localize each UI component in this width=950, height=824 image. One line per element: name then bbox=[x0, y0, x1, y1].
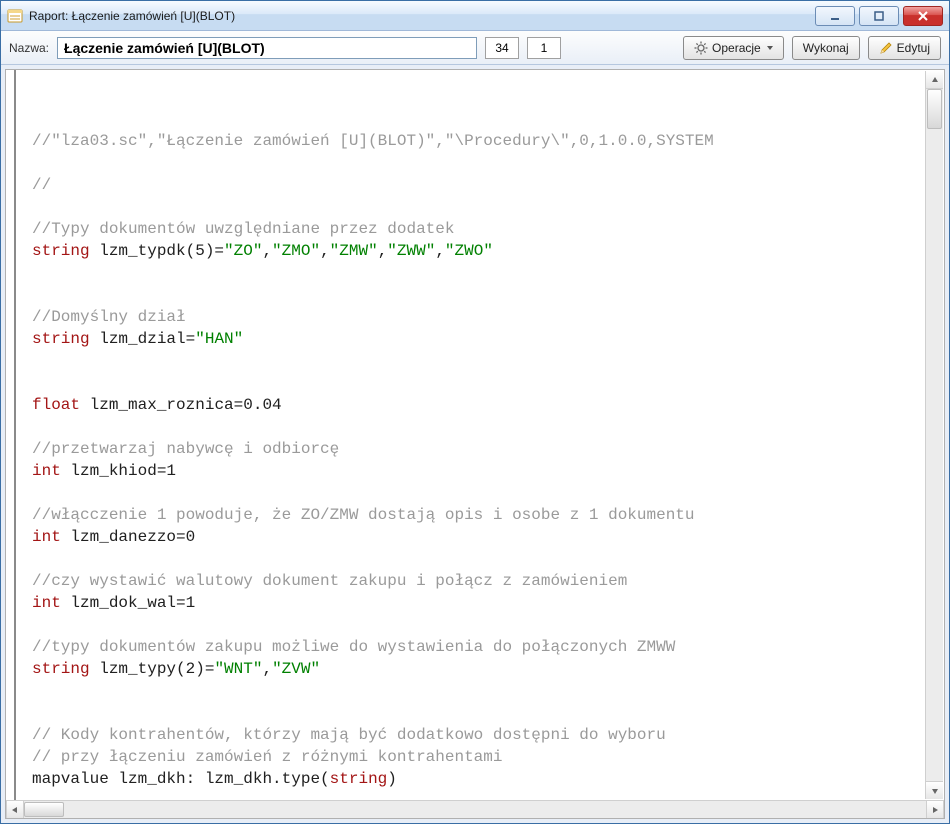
code-identifier: lzm_typdk(5)= bbox=[90, 242, 224, 260]
code-comment: // Kody kontrahentów, którzy mają być do… bbox=[32, 726, 666, 744]
scroll-down-arrow-icon[interactable] bbox=[926, 781, 943, 799]
code-string: "ZMO" bbox=[272, 242, 320, 260]
code-comment: //Domyślny dział bbox=[32, 308, 186, 326]
toolbar: Nazwa: 34 1 Operacje Wykonaj bbox=[1, 31, 949, 65]
code-comment: //czy wystawić walutowy dokument zakupu … bbox=[32, 572, 627, 590]
minimize-button[interactable] bbox=[815, 6, 855, 26]
code-keyword: string bbox=[32, 660, 90, 678]
code-identifier: mapvalue lzm_dkh: lzm_dkh.type( bbox=[32, 770, 330, 788]
code-identifier: lzm_typy(2)= bbox=[90, 660, 215, 678]
code-string: "HAN" bbox=[195, 330, 243, 348]
maximize-button[interactable] bbox=[859, 6, 899, 26]
wykonaj-button-label: Wykonaj bbox=[803, 41, 849, 55]
operacje-button-label: Operacje bbox=[712, 41, 761, 55]
code-editor[interactable]: //"lza03.sc","Łączenie zamówień [U](BLOT… bbox=[6, 70, 944, 800]
window-frame: Raport: Łączenie zamówień [U](BLOT) Nazw… bbox=[0, 0, 950, 824]
edytuj-button-label: Edytuj bbox=[897, 41, 930, 55]
code-keyword: int bbox=[32, 594, 61, 612]
hscroll-track[interactable] bbox=[24, 801, 926, 818]
code-keyword: string bbox=[32, 242, 90, 260]
chevron-down-icon bbox=[767, 46, 773, 50]
edytuj-button[interactable]: Edytuj bbox=[868, 36, 941, 60]
code-comment: // przy łączeniu zamówień z różnymi kont… bbox=[32, 748, 502, 766]
window-title: Raport: Łączenie zamówień [U](BLOT) bbox=[29, 9, 815, 23]
code-string: "WNT" bbox=[214, 660, 262, 678]
name-label: Nazwa: bbox=[9, 41, 49, 55]
app-icon bbox=[7, 8, 23, 24]
code-content: //"lza03.sc","Łączenie zamówień [U](BLOT… bbox=[10, 130, 938, 800]
vertical-scrollbar[interactable] bbox=[925, 71, 943, 799]
line-number-box: 34 bbox=[485, 37, 519, 59]
code-comment: //Typy dokumentów uwzględniane przez dod… bbox=[32, 220, 454, 238]
code-keyword: float bbox=[32, 396, 80, 414]
code-comment: //włącczenie 1 powoduje, że ZO/ZMW dosta… bbox=[32, 506, 695, 524]
horizontal-scrollbar[interactable] bbox=[6, 800, 944, 818]
hscroll-thumb[interactable] bbox=[24, 802, 64, 817]
code-string: "ZMW" bbox=[330, 242, 378, 260]
code-string: "ZWW" bbox=[387, 242, 435, 260]
code-string: "ZWO" bbox=[445, 242, 493, 260]
code-keyword: int bbox=[32, 462, 61, 480]
code-string: "ZO" bbox=[224, 242, 262, 260]
wykonaj-button[interactable]: Wykonaj bbox=[792, 36, 860, 60]
code-keyword: string bbox=[330, 770, 388, 788]
code-identifier: lzm_dok_wal=1 bbox=[61, 594, 195, 612]
code-keyword: string bbox=[32, 330, 90, 348]
gear-icon bbox=[694, 41, 708, 55]
close-button[interactable] bbox=[903, 6, 943, 26]
vscroll-track[interactable] bbox=[926, 89, 943, 781]
titlebar[interactable]: Raport: Łączenie zamówień [U](BLOT) bbox=[1, 1, 949, 31]
code-keyword: int bbox=[32, 528, 61, 546]
editor-container: //"lza03.sc","Łączenie zamówień [U](BLOT… bbox=[5, 69, 945, 819]
gutter-line bbox=[14, 70, 16, 800]
code-comment: // bbox=[32, 176, 51, 194]
pencil-icon bbox=[879, 41, 893, 55]
column-number-box: 1 bbox=[527, 37, 561, 59]
scroll-right-arrow-icon[interactable] bbox=[926, 801, 944, 818]
code-identifier: lzm_danezzo=0 bbox=[61, 528, 195, 546]
scroll-up-arrow-icon[interactable] bbox=[926, 71, 943, 89]
vscroll-thumb[interactable] bbox=[927, 89, 942, 129]
operacje-button[interactable]: Operacje bbox=[683, 36, 784, 60]
code-identifier: lzm_max_roznica=0.04 bbox=[80, 396, 282, 414]
code-comment: //typy dokumentów zakupu możliwe do wyst… bbox=[32, 638, 675, 656]
code-string: "ZVW" bbox=[272, 660, 320, 678]
code-comment: //"lza03.sc","Łączenie zamówień [U](BLOT… bbox=[32, 132, 714, 150]
code-comment: //przetwarzaj nabywcę i odbiorcę bbox=[32, 440, 339, 458]
code-identifier: lzm_khiod=1 bbox=[61, 462, 176, 480]
scroll-left-arrow-icon[interactable] bbox=[6, 801, 24, 818]
name-input[interactable] bbox=[57, 37, 477, 59]
code-identifier: lzm_dzial= bbox=[90, 330, 196, 348]
